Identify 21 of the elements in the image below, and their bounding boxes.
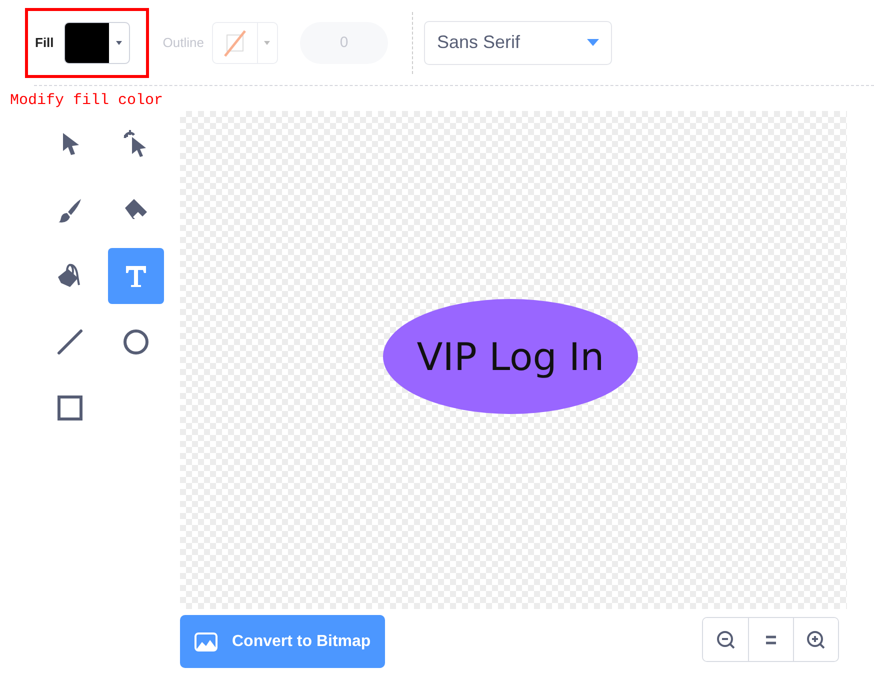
canvas-area[interactable]: VIP Log In — [180, 111, 847, 609]
image-icon — [194, 632, 218, 652]
font-dropdown[interactable]: Sans Serif — [424, 20, 612, 64]
convert-to-bitmap-button[interactable]: Convert to Bitmap — [180, 615, 385, 668]
line-icon — [55, 327, 85, 357]
zoom-in-button[interactable] — [793, 618, 838, 661]
text-tool-button[interactable] — [108, 248, 164, 304]
circle-icon — [121, 327, 151, 357]
caret-icon — [264, 40, 270, 44]
annotation-text: Modify fill color — [10, 92, 164, 111]
fill-color-picker[interactable] — [64, 22, 130, 64]
outline-label: Outline — [162, 35, 204, 50]
rectangle-icon — [55, 393, 85, 423]
ellipse-shape[interactable]: VIP Log In — [383, 299, 638, 414]
caret-icon — [116, 40, 122, 44]
outline-color-picker[interactable] — [212, 22, 278, 64]
zoom-in-icon — [806, 630, 826, 650]
dropdown-arrow-icon — [586, 39, 599, 46]
zoom-out-icon — [716, 630, 736, 650]
no-outline-icon — [222, 28, 247, 58]
fill-label: Fill — [35, 35, 54, 50]
